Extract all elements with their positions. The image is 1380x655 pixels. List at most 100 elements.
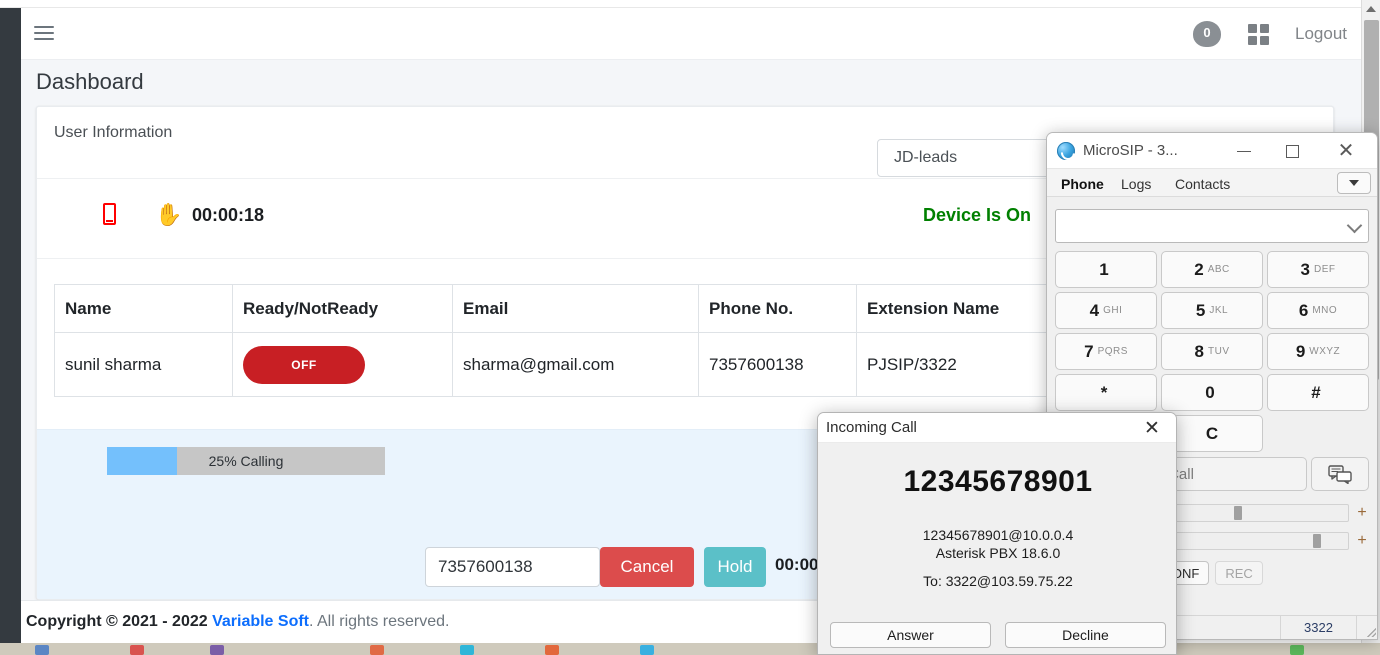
cancel-call-button[interactable]: Cancel xyxy=(600,547,694,587)
dialpad-letters: ABC xyxy=(1207,264,1230,275)
tab-phone[interactable]: Phone xyxy=(1053,173,1112,197)
column-header-name: Name xyxy=(54,284,233,333)
dialpad-digit: 2 xyxy=(1194,259,1204,279)
incoming-call-to: To: 3322@103.59.75.22 xyxy=(923,573,1073,589)
microsip-window-title: MicroSIP - 3... xyxy=(1083,142,1178,159)
footer-copyright: Copyright © 2021 - 2022 xyxy=(26,613,213,630)
taskbar-icon[interactable] xyxy=(130,645,144,655)
dialpad-key-2[interactable]: 2 ABC xyxy=(1161,251,1263,288)
taskbar-icon[interactable] xyxy=(210,645,224,655)
cell-phone: 7357600138 xyxy=(698,332,857,397)
chevron-down-icon[interactable] xyxy=(1346,217,1363,234)
dialpad-key-3[interactable]: 3 DEF xyxy=(1267,251,1369,288)
dial-number-input[interactable] xyxy=(425,547,600,587)
incoming-call-titlebar[interactable]: Incoming Call ✕ xyxy=(818,413,1176,443)
ready-toggle-button[interactable]: OFF xyxy=(243,345,365,384)
hand-stop-icon[interactable]: ✋ xyxy=(155,204,182,226)
footer-brand-link[interactable]: Variable Soft xyxy=(212,613,309,630)
dialpad-digit: 5 xyxy=(1195,300,1206,320)
dialpad-digit: C xyxy=(1205,423,1219,443)
mobile-phone-icon[interactable] xyxy=(103,203,119,227)
dialpad-letters: JKL xyxy=(1209,305,1229,316)
dialpad-digit: 8 xyxy=(1194,341,1204,361)
cell-email: sharma@gmail.com xyxy=(452,332,699,397)
incoming-call-title: Incoming Call xyxy=(826,419,917,436)
volume-slider-thumb[interactable] xyxy=(1312,534,1321,548)
dialpad-key-7[interactable]: 7 PQRS xyxy=(1055,333,1157,370)
grid-cell xyxy=(1260,35,1269,45)
dialpad-digit: 4 xyxy=(1089,300,1100,320)
tab-logs[interactable]: Logs xyxy=(1113,173,1159,197)
tab-contacts[interactable]: Contacts xyxy=(1167,173,1238,197)
scroll-up-arrow-icon[interactable] xyxy=(1362,0,1380,18)
page-top-strip xyxy=(0,0,1380,8)
resize-grip-icon[interactable] xyxy=(1357,616,1377,640)
incoming-caller-uri: 12345678901@10.0.0.4 xyxy=(922,527,1074,543)
hamburger-menu-icon[interactable] xyxy=(34,22,58,44)
close-icon[interactable]: ✕ xyxy=(1132,413,1172,443)
grid-apps-icon[interactable] xyxy=(1248,23,1269,45)
microsip-status-extension: 3322 xyxy=(1281,615,1357,639)
dialpad-digit: 6 xyxy=(1298,300,1309,320)
page-title: Dashboard xyxy=(36,69,144,94)
grid-cell xyxy=(1248,23,1257,33)
dialpad-digit: 0 xyxy=(1205,382,1215,402)
dialpad-letters: GHI xyxy=(1103,305,1123,316)
sidebar-rail[interactable] xyxy=(0,8,21,643)
footer-text: Copyright © 2021 - 2022 Variable Soft. A… xyxy=(26,613,450,631)
minimize-icon[interactable] xyxy=(1221,133,1267,169)
dialpad-key-4[interactable]: 4 GHI xyxy=(1055,292,1157,329)
taskbar-icon[interactable] xyxy=(545,645,559,655)
logout-button[interactable]: Logout xyxy=(1295,24,1347,44)
rec-button[interactable]: REC xyxy=(1215,561,1263,585)
dialpad-digit: * xyxy=(1100,382,1108,402)
taskbar-icon[interactable] xyxy=(370,645,384,655)
hold-call-button[interactable]: Hold xyxy=(704,547,766,587)
dropdown-caret-icon[interactable] xyxy=(1337,172,1371,194)
dialpad-letters: TUV xyxy=(1207,346,1230,357)
chat-message-icon[interactable] xyxy=(1311,457,1369,491)
column-header-phone: Phone No. xyxy=(698,284,857,333)
incoming-call-dialog: Incoming Call ✕ 12345678901 12345678901@… xyxy=(817,412,1177,655)
dialpad-key-9[interactable]: 9 WXYZ xyxy=(1267,333,1369,370)
taskbar-icon[interactable] xyxy=(35,645,49,655)
dialpad-key-star[interactable]: * xyxy=(1055,374,1157,411)
notification-count: 0 xyxy=(1193,21,1221,47)
notification-badge[interactable]: 0 xyxy=(1192,19,1222,49)
footer-suffix: . All rights reserved. xyxy=(309,613,450,630)
volume-increase-icon[interactable]: + xyxy=(1355,504,1369,522)
dialpad-letters: WXYZ xyxy=(1309,346,1341,357)
dialpad-key-hash[interactable]: # xyxy=(1267,374,1369,411)
dialpad-key-0[interactable]: 0 xyxy=(1161,374,1263,411)
dialpad-digit: 3 xyxy=(1300,259,1310,279)
idle-timer: 00:00:18 xyxy=(192,205,265,225)
incoming-caller-pbx: Asterisk PBX 18.6.0 xyxy=(935,545,1061,561)
dialpad-key-8[interactable]: 8 TUV xyxy=(1161,333,1263,370)
taskbar-icon[interactable] xyxy=(1290,645,1304,655)
column-header-email: Email xyxy=(452,284,699,333)
dialpad-key-6[interactable]: 6 MNO xyxy=(1267,292,1369,329)
microsip-titlebar[interactable]: MicroSIP - 3... ✕ xyxy=(1047,133,1377,169)
incoming-caller-number: 12345678901 xyxy=(903,465,1093,498)
incoming-call-actions: Answer Decline xyxy=(830,622,1166,648)
cell-name: sunil sharma xyxy=(54,332,233,397)
microsip-number-input[interactable] xyxy=(1055,209,1369,243)
dialpad-letters: MNO xyxy=(1312,305,1338,316)
answer-button[interactable]: Answer xyxy=(830,622,991,648)
dialpad-digit: 1 xyxy=(1099,259,1109,279)
maximize-icon[interactable] xyxy=(1269,133,1315,169)
calling-progress-label: 25% Calling xyxy=(208,453,284,469)
dialpad-letters: PQRS xyxy=(1097,346,1128,357)
dialpad-digit: 9 xyxy=(1295,341,1306,361)
dialpad-key-5[interactable]: 5 JKL xyxy=(1161,292,1263,329)
grid-cell xyxy=(1260,23,1269,33)
decline-button[interactable]: Decline xyxy=(1005,622,1166,648)
taskbar-icon[interactable] xyxy=(640,645,654,655)
volume-increase-icon[interactable]: + xyxy=(1355,532,1369,550)
volume-slider-thumb[interactable] xyxy=(1234,506,1243,520)
dialpad-key-1[interactable]: 1 xyxy=(1055,251,1157,288)
close-icon[interactable]: ✕ xyxy=(1323,133,1369,169)
taskbar-icon[interactable] xyxy=(460,645,474,655)
top-navbar: 0 Logout xyxy=(21,8,1361,60)
card-title: User Information xyxy=(54,124,173,141)
